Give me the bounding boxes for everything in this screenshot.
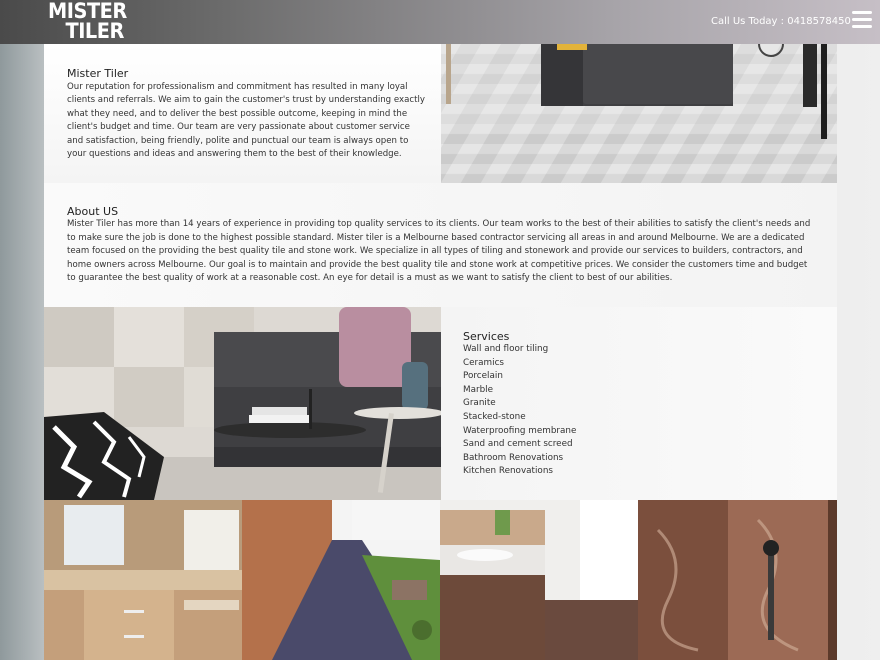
gallery-photo-bathroom-vanity[interactable] xyxy=(44,500,242,660)
living-room-photo xyxy=(441,44,837,183)
service-item: Bathroom Renovations xyxy=(463,452,564,463)
service-item: Kitchen Renovations xyxy=(463,466,553,477)
service-item: Wall and floor tiling xyxy=(463,344,549,354)
lounge-illustration xyxy=(44,307,441,500)
logo-line-1: MISTER xyxy=(48,0,127,23)
services-list: Wall and floor tiling Ceramics Porcelain… xyxy=(463,343,576,479)
living-room-illustration xyxy=(441,44,837,183)
services-section: Services Wall and floor tiling Ceramics … xyxy=(441,307,837,500)
gallery-photo-marble-shower[interactable] xyxy=(638,500,837,660)
about-section: About US Mister Tiler has more than 14 y… xyxy=(44,183,837,307)
intro-title: Mister Tiler xyxy=(67,67,129,80)
gallery-photo-outdoor-path[interactable] xyxy=(242,500,440,660)
menu-bar xyxy=(852,18,872,21)
service-item: Granite xyxy=(463,398,496,409)
service-item: Stacked-stone xyxy=(463,411,526,422)
menu-bar xyxy=(852,11,872,14)
site-logo[interactable]: MISTER TILER xyxy=(48,0,127,43)
marble-shower-illustration xyxy=(638,500,837,660)
service-item: Porcelain xyxy=(463,371,503,382)
service-item: Sand and cement screed xyxy=(463,439,573,450)
lounge-photo xyxy=(44,307,441,500)
intro-section: Mister Tiler Our reputation for professi… xyxy=(44,44,441,183)
service-item: Ceramics xyxy=(463,357,504,368)
outdoor-path-illustration xyxy=(242,500,440,660)
hamburger-menu-icon[interactable] xyxy=(852,11,872,28)
service-item: Marble xyxy=(463,384,494,395)
logo-line-2: TILER xyxy=(65,19,124,43)
bathroom-basin-illustration xyxy=(440,500,638,660)
about-text: Mister Tiler has more than 14 years of e… xyxy=(67,219,811,283)
service-item: Waterproofing membrane xyxy=(463,425,577,436)
menu-bar xyxy=(852,25,872,28)
about-title: About US xyxy=(67,205,119,218)
gallery-photo-bathroom-basin[interactable] xyxy=(440,500,638,660)
bathroom-vanity-illustration xyxy=(44,500,242,660)
intro-text: Our reputation for professionalism and c… xyxy=(67,82,425,160)
site-header: MISTER TILER Call Us Today : 0418578450 xyxy=(0,0,880,44)
project-gallery xyxy=(44,500,837,660)
services-title: Services xyxy=(463,330,510,343)
call-us-link[interactable]: Call Us Today : 0418578450 xyxy=(711,16,851,27)
